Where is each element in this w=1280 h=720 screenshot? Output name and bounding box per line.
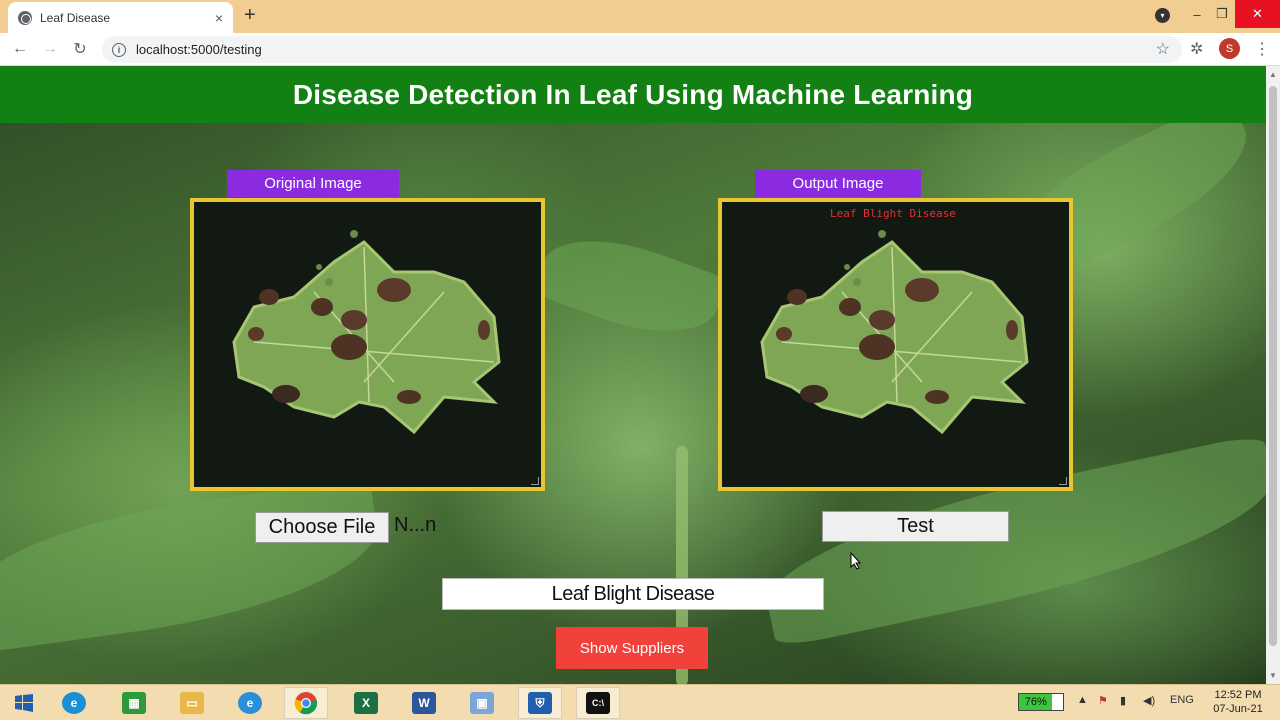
minimize-button[interactable]: – [1183,0,1211,28]
clock-date: 07-Jun-21 [1213,703,1263,715]
internet-explorer-icon: e [238,692,262,714]
network-icon[interactable]: ▮ [1120,694,1126,707]
chrome-icon [294,692,318,715]
store-app[interactable]: ▦ [112,687,156,719]
profile-avatar[interactable]: S [1219,38,1240,59]
resize-handle[interactable] [531,477,539,485]
windows-taskbar: e ▦ ▭ e X W ▣ ⛨ C:\ [0,684,1280,720]
file-explorer-app[interactable]: ▭ [170,687,214,719]
close-window-button[interactable]: ✕ [1235,0,1280,28]
back-icon[interactable]: ← [9,38,31,60]
browser-toolbar: ← → ↻ i localhost:5000/testing ☆ [0,33,1280,66]
tab-title: Leaf Disease [40,10,111,25]
leaf-image [232,230,501,435]
battery-indicator[interactable]: 76% [1018,693,1064,711]
globe-icon [18,10,32,25]
scroll-up-arrow-icon[interactable]: ▲ [1269,70,1277,79]
choose-file-button[interactable]: Choose File [255,512,389,543]
command-prompt-app[interactable]: C:\ [576,687,620,719]
output-image-label: Output Image [755,170,921,197]
system-clock[interactable]: 12:52 PM 07-Jun-21 [1206,688,1270,716]
security-app[interactable]: ⛨ [518,687,562,719]
original-image-label: Original Image [227,170,399,197]
scrollbar-thumb[interactable] [1269,86,1277,646]
extensions-icon[interactable]: ✲ [1190,39,1203,59]
excel-app[interactable]: X [344,687,388,719]
tab-search-icon[interactable]: ▾ [1155,8,1170,23]
volume-icon[interactable]: ◀) [1143,694,1155,707]
address-bar[interactable]: i localhost:5000/testing ☆ [102,36,1182,63]
restore-button[interactable]: ❐ [1208,0,1236,28]
bookmark-star-icon[interactable]: ☆ [1156,39,1170,59]
picture-icon: ▣ [470,692,494,714]
show-suppliers-button[interactable]: Show Suppliers [556,627,708,669]
photos-app[interactable]: ▣ [460,687,504,719]
word-icon: W [412,692,436,714]
background-leaf [0,477,387,655]
header-bar: Disease Detection In Leaf Using Machine … [0,66,1266,123]
tray-overflow-icon[interactable]: ▲ [1077,694,1088,706]
action-center-icon[interactable]: ⚑ [1098,694,1108,707]
page-title: Disease Detection In Leaf Using Machine … [292,78,974,110]
excel-icon: X [354,692,378,714]
test-button[interactable]: Test [822,511,1009,542]
browser-tab-strip: Leaf Disease × + ▾ – ❐ ✕ [0,0,1280,33]
folder-icon: ▭ [180,692,204,714]
clock-time: 12:52 PM [1214,689,1262,701]
result-output: Leaf Blight Disease [442,578,824,610]
menu-kebab-icon[interactable]: ⋮ [1254,39,1270,59]
chrome-app[interactable] [284,687,328,719]
browser-tab[interactable]: Leaf Disease × [8,2,233,33]
windows-logo-icon [15,694,33,712]
terminal-icon: C:\ [586,692,610,714]
battery-level: 76% [1019,694,1053,710]
resize-handle[interactable] [1059,477,1067,485]
page-viewport: Disease Detection In Leaf Using Machine … [0,66,1266,684]
reload-icon[interactable]: ↻ [69,38,91,60]
selected-file-name: N...n [394,514,437,536]
leaf-image [760,230,1029,435]
forward-icon[interactable]: → [39,38,61,60]
mouse-cursor-icon [850,552,862,570]
edge-icon: e [62,692,86,714]
new-tab-button[interactable]: + [244,4,256,27]
url-text: localhost:5000/testing [136,42,262,57]
detection-overlay-label: Leaf Blight Disease [830,207,956,220]
language-indicator[interactable]: ENG [1170,694,1194,706]
internet-explorer-app[interactable]: e [228,687,272,719]
shield-icon: ⛨ [528,692,552,714]
original-image [190,198,545,491]
store-icon: ▦ [122,692,146,714]
start-button[interactable] [2,687,46,719]
word-app[interactable]: W [402,687,446,719]
page-scrollbar[interactable]: ▲ ▼ [1266,66,1280,684]
edge-app[interactable]: e [52,687,96,719]
output-image: Leaf Blight Disease [718,198,1073,491]
tab-close-button[interactable]: × [215,10,223,26]
site-info-icon[interactable]: i [112,42,126,57]
background-leaf [531,217,729,355]
scroll-down-arrow-icon[interactable]: ▼ [1269,671,1277,680]
